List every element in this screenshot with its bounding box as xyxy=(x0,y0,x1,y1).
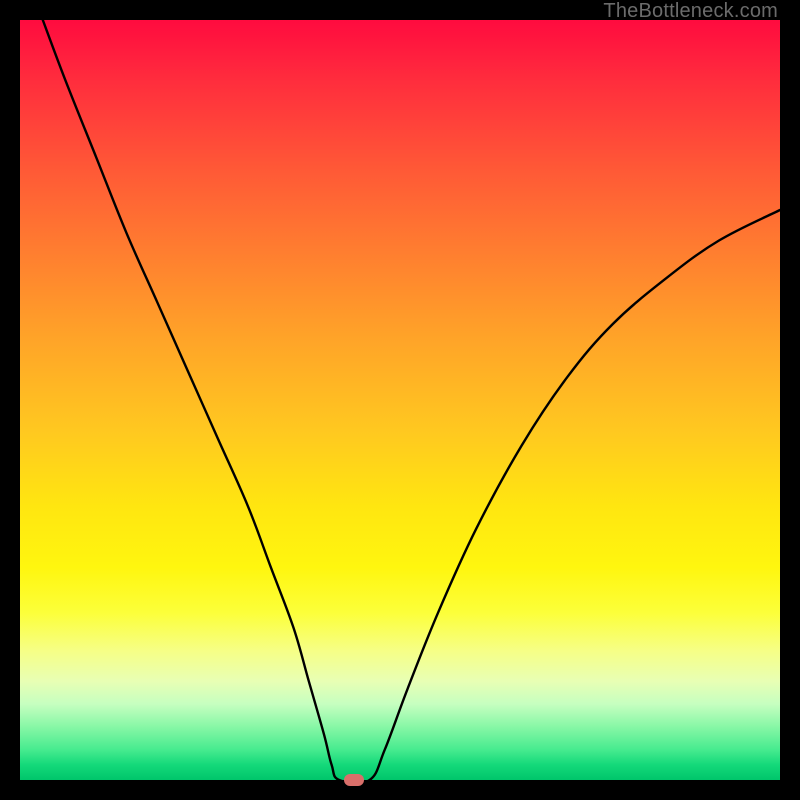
bottleneck-curve xyxy=(43,20,780,780)
plot-area xyxy=(20,20,780,780)
chart-frame: TheBottleneck.com xyxy=(0,0,800,800)
minimum-marker xyxy=(344,774,364,786)
curve-svg xyxy=(20,20,780,780)
